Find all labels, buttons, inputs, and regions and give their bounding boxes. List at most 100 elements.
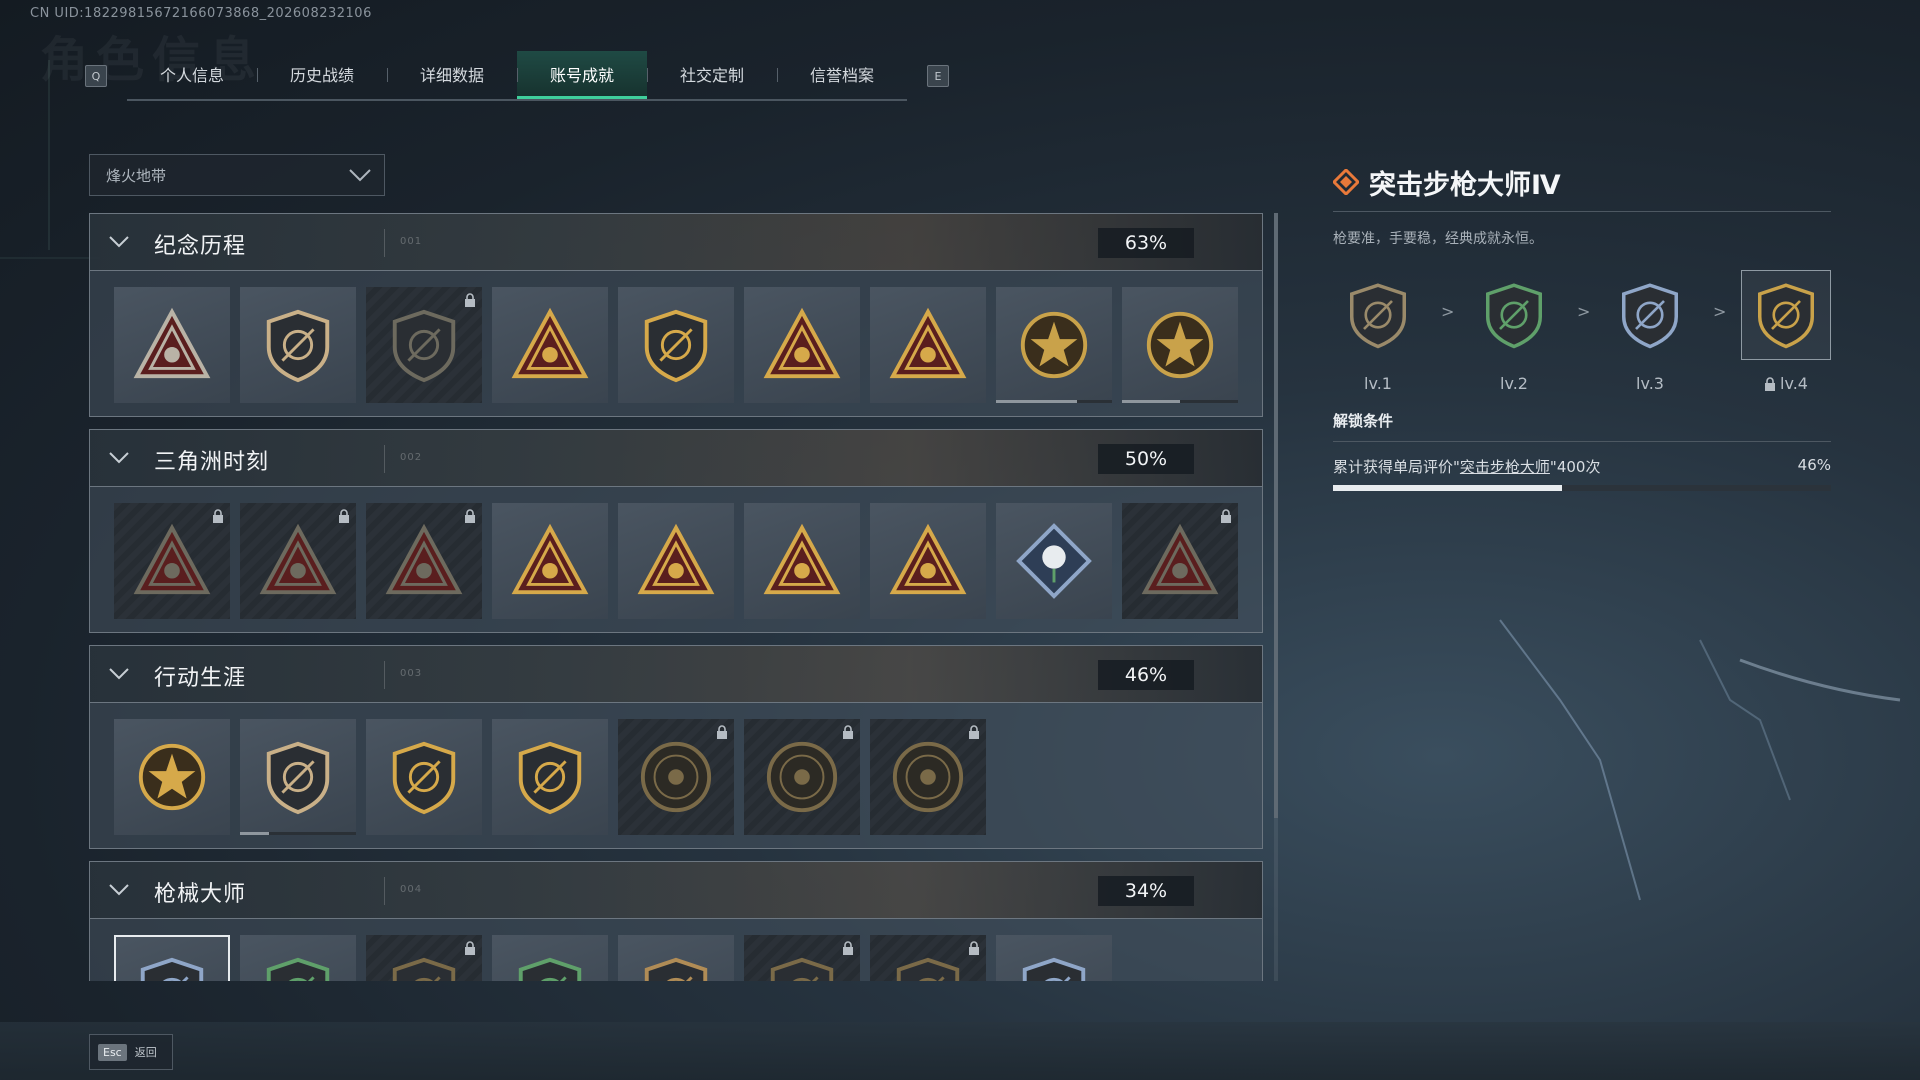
delta-badge-icon <box>133 307 211 379</box>
tab-4[interactable]: 社交定制 <box>647 51 777 97</box>
lock-icon <box>843 725 853 739</box>
uid-text: CN UID:1822981567216607386​8_20260823210… <box>30 6 372 21</box>
sniper-coin-icon <box>766 741 838 813</box>
achievement-tile[interactable] <box>492 503 608 619</box>
achievement-tile[interactable] <box>366 719 482 835</box>
lock-icon <box>717 725 727 739</box>
achievement-tile[interactable] <box>114 935 230 981</box>
delta-force-2026-icon <box>1146 311 1214 379</box>
section-code: 002 <box>400 452 423 463</box>
achievement-tile[interactable] <box>618 287 734 403</box>
achievement-tile[interactable] <box>618 719 734 835</box>
lock-icon <box>1765 376 1776 391</box>
rifle-shield-green-icon <box>518 957 582 981</box>
tab-3[interactable]: 账号成就 <box>517 51 647 99</box>
chevron-down-icon[interactable] <box>108 450 130 466</box>
achievement-tile[interactable] <box>870 287 986 403</box>
back-button[interactable]: Esc 返回 <box>89 1034 173 1070</box>
section-header[interactable]: 纪念历程 001 63% <box>89 213 1263 271</box>
section-badges <box>89 271 1263 417</box>
delta-force-round-icon <box>1020 311 1088 379</box>
lock-icon <box>465 293 475 307</box>
achievement-tile[interactable] <box>240 503 356 619</box>
achievement-tile[interactable] <box>870 503 986 619</box>
condition-link[interactable]: 突击步枪大师 <box>1460 458 1550 476</box>
section-code: 004 <box>400 884 423 895</box>
achievement-section: 枪械大师 004 34% <box>89 861 1263 981</box>
level-label: lv.2 <box>1500 374 1528 393</box>
mode-dropdown[interactable]: 烽火地带 <box>89 154 385 196</box>
level-item[interactable]: lv.1 <box>1333 270 1423 393</box>
key-hint-left[interactable]: Q <box>85 65 107 87</box>
achievement-tile[interactable] <box>996 935 1112 981</box>
achievement-tile[interactable] <box>996 287 1112 403</box>
scrollbar[interactable] <box>1274 213 1278 981</box>
section-code: 003 <box>400 668 423 679</box>
achievement-tile[interactable] <box>618 935 734 981</box>
achievement-tile[interactable] <box>492 935 608 981</box>
achievement-tile[interactable] <box>870 719 986 835</box>
achievement-tile[interactable] <box>114 503 230 619</box>
section-header[interactable]: 行动生涯 003 46% <box>89 645 1263 703</box>
tab-bar: Q 个人信息 历史战绩 详细数据 账号成就 社交定制 信誉档案 E <box>85 51 949 101</box>
achievement-tile[interactable] <box>366 503 482 619</box>
achievement-tile[interactable] <box>1122 503 1238 619</box>
scrollbar-thumb[interactable] <box>1274 213 1278 818</box>
achievement-tile[interactable] <box>744 719 860 835</box>
rose-diamond-icon <box>1016 523 1092 599</box>
achievement-tile[interactable] <box>492 287 608 403</box>
squad-triangle-icon <box>511 523 589 595</box>
tab-5[interactable]: 信誉档案 <box>777 51 907 97</box>
tab-0[interactable]: 个人信息 <box>127 51 257 97</box>
achievement-tile[interactable] <box>240 719 356 835</box>
achievement-tile[interactable] <box>240 935 356 981</box>
chevron-down-icon[interactable] <box>108 666 130 682</box>
achievement-tile[interactable] <box>114 287 230 403</box>
esc-key: Esc <box>98 1043 127 1061</box>
level-arrow: > <box>1441 302 1455 321</box>
rifle-shield-level-icon <box>1758 283 1814 349</box>
level-arrow: > <box>1713 302 1727 321</box>
footer-bar <box>0 1022 1920 1080</box>
rocket-triangle-icon <box>763 523 841 595</box>
tab-1[interactable]: 历史战绩 <box>257 51 387 97</box>
achievement-tile[interactable] <box>744 287 860 403</box>
tile-progress <box>240 832 356 835</box>
section-badges <box>89 487 1263 633</box>
level-item[interactable]: lv.3 <box>1605 270 1695 393</box>
condition-progress-bar <box>1333 485 1831 491</box>
helmet-coin-icon <box>640 741 712 813</box>
key-hint-right[interactable]: E <box>927 65 949 87</box>
section-header[interactable]: 三角洲时刻 002 50% <box>89 429 1263 487</box>
achievement-section: 纪念历程 001 63% <box>89 213 1263 417</box>
bottle-triangle-icon <box>133 523 211 595</box>
number-one-triangle-icon <box>889 307 967 379</box>
lock-icon <box>465 509 475 523</box>
unlock-heading: 解锁条件 <box>1333 412 1394 430</box>
rifle-shield-bronze-icon <box>644 957 708 981</box>
lock-icon <box>213 509 223 523</box>
achievement-tile[interactable] <box>870 935 986 981</box>
rifle-shield-level-icon <box>1622 283 1678 349</box>
rifle-shield-blue-icon <box>1022 957 1086 981</box>
level-item[interactable]: lv.2 <box>1469 270 1559 393</box>
achievement-tile[interactable] <box>492 719 608 835</box>
achievement-tile[interactable] <box>114 719 230 835</box>
achievement-tile[interactable] <box>366 287 482 403</box>
chevron-down-icon[interactable] <box>108 882 130 898</box>
achievement-tile[interactable] <box>996 503 1112 619</box>
achievement-tile[interactable] <box>618 503 734 619</box>
shield-chevron-icon <box>266 741 330 815</box>
section-percent: 63% <box>1098 228 1194 258</box>
achievement-tile[interactable] <box>1122 287 1238 403</box>
section-header[interactable]: 枪械大师 004 34% <box>89 861 1263 919</box>
level-item[interactable]: lv.4 <box>1741 270 1831 393</box>
achievement-tile[interactable] <box>744 935 860 981</box>
achievement-tile[interactable] <box>366 935 482 981</box>
back-label: 返回 <box>134 1046 157 1059</box>
achievement-tile[interactable] <box>240 287 356 403</box>
chevron-down-icon[interactable] <box>108 234 130 250</box>
achievement-tile[interactable] <box>744 503 860 619</box>
rifle-shield-blue-icon <box>140 957 204 981</box>
tab-2[interactable]: 详细数据 <box>387 51 517 97</box>
